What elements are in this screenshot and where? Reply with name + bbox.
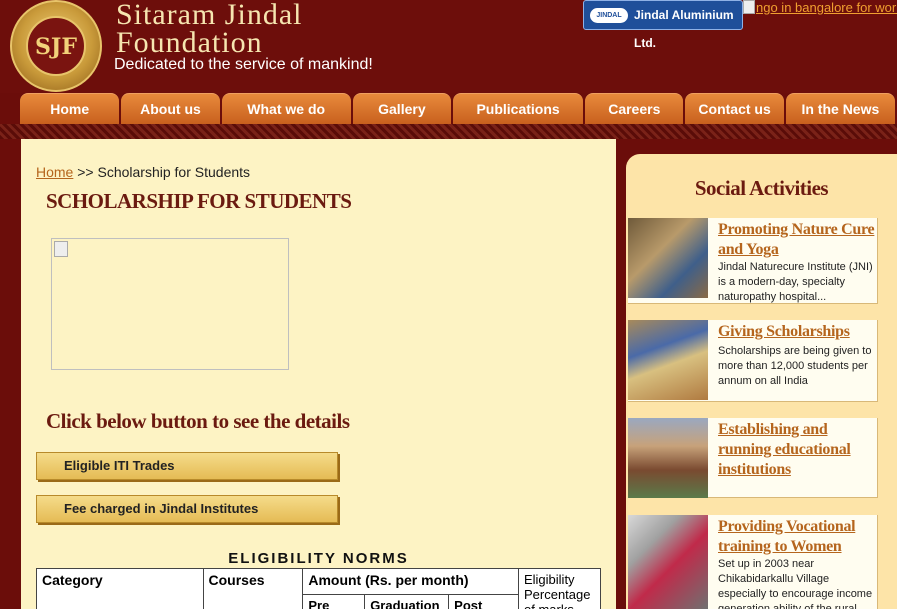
tagline: Dedicated to the service of mankind! (114, 56, 373, 73)
fee-charged-button[interactable]: Fee charged in Jindal Institutes (36, 495, 338, 523)
card-title-scholarships[interactable]: Giving Scholarships (718, 322, 876, 342)
logo-monogram: SJF (26, 16, 86, 76)
breadcrumb: Home >> Scholarship for Students (36, 164, 250, 180)
social-card-education[interactable]: Establishing and running educational ins… (628, 418, 878, 498)
details-heading: Click below button to see the details (46, 409, 350, 433)
breadcrumb-home-link[interactable]: Home (36, 164, 73, 180)
nav-in-the-news[interactable]: In the News (785, 93, 895, 124)
card-title-vocational[interactable]: Providing Vocational training to Women (718, 517, 876, 557)
col-courses: Courses (202, 568, 304, 609)
card-title-education[interactable]: Establishing and running educational ins… (718, 420, 876, 480)
card-title-nature-cure[interactable]: Promoting Nature Cure and Yoga (718, 220, 876, 260)
nav-contact-us[interactable]: Contact us (685, 93, 784, 124)
breadcrumb-separator: >> (77, 164, 94, 180)
col-amount: Amount (Rs. per month) (302, 568, 519, 595)
col-eligibility: Eligibility Percentage of marks (517, 568, 602, 609)
eligible-iti-trades-button[interactable]: Eligible ITI Trades (36, 452, 338, 480)
col-category: Category (36, 568, 204, 609)
jindal-badge-label: Jindal Aluminium Ltd. (634, 8, 734, 50)
broken-image-icon (54, 241, 68, 257)
page-title: SCHOLARSHIP FOR STUDENTS (46, 189, 352, 213)
social-card-nature-cure[interactable]: Promoting Nature Cure and Yoga Jindal Na… (628, 218, 878, 304)
social-activities-title: Social Activities (694, 176, 829, 200)
breadcrumb-current: Scholarship for Students (97, 164, 251, 180)
yoga-photo (628, 218, 708, 298)
social-card-vocational[interactable]: Providing Vocational training to Women S… (628, 515, 878, 609)
foundation-logo[interactable]: SJF (10, 0, 102, 92)
nav-publications[interactable]: Publications (453, 93, 584, 124)
institution-photo (628, 418, 708, 498)
card-desc-nature-cure: Jindal Naturecure Institute (JNI) is a m… (718, 261, 873, 303)
site-header: SJF Sitaram Jindal Foundation Dedicated … (0, 0, 897, 93)
nav-about-us[interactable]: About us (121, 93, 220, 124)
col-pre: Pre (302, 594, 366, 609)
ngo-link[interactable]: ngo in bangalore for work (743, 0, 897, 15)
ngo-link-text: ngo in bangalore for work (756, 0, 897, 15)
jindal-aluminium-badge[interactable]: JINDAL Jindal Aluminium Ltd. (583, 0, 743, 50)
col-graduation: Graduation (364, 594, 450, 609)
students-photo (628, 320, 708, 400)
social-card-scholarships[interactable]: Giving Scholarships Scholarships are bei… (628, 320, 878, 402)
eligibility-norms-title: ELIGIBILITY NORMS (228, 550, 409, 567)
main-content: Home >> Scholarship for Students SCHOLAR… (21, 139, 616, 609)
broken-image-icon (743, 0, 755, 14)
main-nav: Home About us What we do Gallery Publica… (20, 93, 897, 124)
nav-what-we-do[interactable]: What we do (221, 93, 351, 124)
social-activities-panel: Social Activities Promoting Nature Cure … (626, 154, 897, 609)
scholarship-image (51, 238, 289, 370)
card-desc-vocational: Set up in 2003 near Chikabidarkallu Vill… (718, 558, 873, 609)
brand-name-line2: Foundation (116, 26, 263, 59)
col-post: Post (448, 594, 519, 609)
card-desc-scholarships: Scholarships are being given to more tha… (718, 345, 872, 387)
vocational-training-photo (628, 515, 708, 609)
jindal-mini-logo: JINDAL (590, 8, 628, 23)
nav-gallery[interactable]: Gallery (352, 93, 452, 124)
eligibility-table: Category Courses Amount (Rs. per month) … (36, 568, 602, 609)
nav-home[interactable]: Home (20, 93, 120, 124)
decorative-band (0, 124, 897, 139)
nav-careers[interactable]: Careers (585, 93, 684, 124)
